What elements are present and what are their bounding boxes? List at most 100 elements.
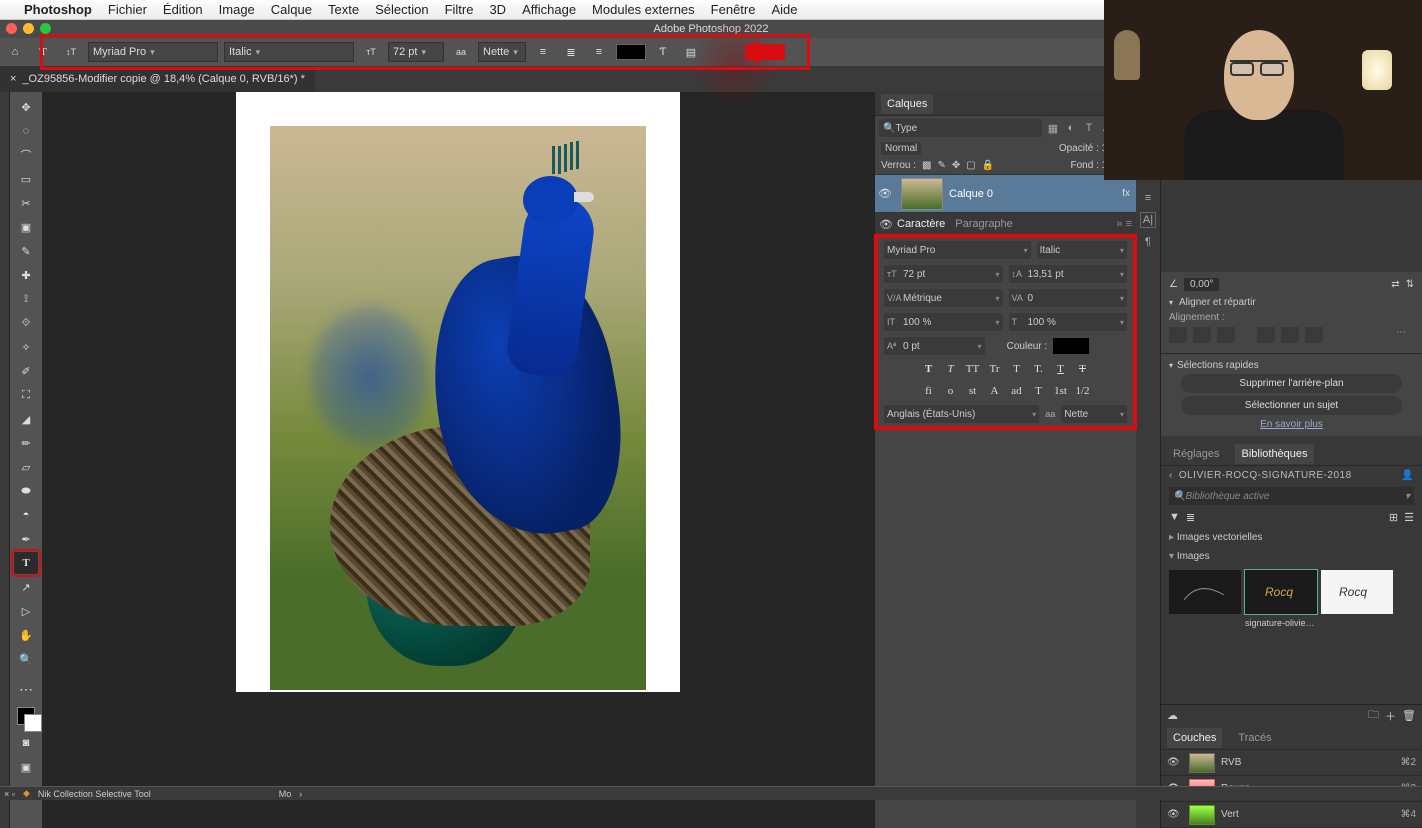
ruler-tool-icon[interactable]: ⟟ — [14, 288, 38, 310]
lib-section-images[interactable]: Images — [1161, 547, 1422, 566]
path-tool-icon[interactable]: ↗ — [14, 576, 38, 598]
clone-tool-icon[interactable]: ⟐ — [14, 312, 38, 334]
lib-section-vector[interactable]: Images vectorielles — [1161, 528, 1422, 547]
align-right-icon[interactable] — [1217, 327, 1235, 343]
char-color-swatch[interactable] — [1053, 338, 1089, 354]
menu-window[interactable]: Fenêtre — [711, 2, 756, 17]
eyedropper-tool-icon[interactable]: ✎ — [14, 240, 38, 262]
filter-icon[interactable]: ▼ — [1169, 511, 1180, 524]
library-thumb[interactable]: Rocq — [1321, 570, 1393, 614]
menu-plugins[interactable]: Modules externes — [592, 2, 695, 17]
layer-row[interactable]: 👁 Calque 0 fx — [875, 175, 1136, 213]
char-size-field[interactable]: тT72 pt — [884, 265, 1003, 283]
healing-tool-icon[interactable]: ✚ — [14, 264, 38, 286]
channel-row[interactable]: 👁 Vert ⌘4 — [1161, 802, 1422, 828]
style-subscript-icon[interactable]: T. — [1030, 361, 1048, 377]
menu-help[interactable]: Aide — [771, 2, 797, 17]
tab-paths[interactable]: Tracés — [1232, 728, 1277, 748]
align-hcenter-icon[interactable] — [1193, 327, 1211, 343]
learn-more-link[interactable]: En savoir plus — [1169, 419, 1414, 430]
char-baseline-field[interactable]: Aª0 pt — [884, 337, 985, 355]
layer-name[interactable]: Calque 0 — [949, 188, 993, 200]
filter-pixel-icon[interactable]: ▦ — [1046, 121, 1060, 135]
align-right-icon[interactable]: ≡ — [588, 41, 610, 63]
ot-contextual-icon[interactable]: o — [942, 383, 960, 399]
menu-file[interactable]: Fichier — [108, 2, 147, 17]
ot-fractions-icon[interactable]: 1/2 — [1074, 383, 1092, 399]
char-language-dropdown[interactable]: Anglais (États-Unis) — [884, 405, 1039, 423]
move-tool-icon[interactable]: ✥ — [14, 96, 38, 118]
style-smallcaps-icon[interactable]: Tr — [986, 361, 1004, 377]
channel-row[interactable]: 👁 RVB ⌘2 — [1161, 750, 1422, 776]
marquee-tool-icon[interactable]: ◌ — [14, 120, 38, 142]
visibility-toggle-icon[interactable]: 👁 — [879, 218, 897, 231]
visibility-toggle-icon[interactable]: 👁 — [875, 187, 895, 200]
menu-3d[interactable]: 3D — [489, 2, 506, 17]
status-zoom[interactable]: Mo — [279, 789, 292, 799]
char-antialias-dropdown[interactable]: Nette — [1061, 405, 1127, 423]
ot-swash-icon[interactable]: A — [986, 383, 1004, 399]
antialias-dropdown[interactable]: Nette — [478, 42, 526, 62]
font-style-dropdown[interactable]: Italic — [224, 42, 354, 62]
library-breadcrumb[interactable]: OLIVIER-ROCQ-SIGNATURE-2018 👤 — [1161, 466, 1422, 485]
minimize-button[interactable] — [23, 23, 34, 34]
eraser-tool-icon[interactable]: ◢ — [14, 408, 38, 430]
select-subject-button[interactable]: Sélectionner un sujet — [1181, 396, 1402, 415]
align-vcenter-icon[interactable] — [1281, 327, 1299, 343]
menu-layer[interactable]: Calque — [271, 2, 312, 17]
menu-view[interactable]: Affichage — [522, 2, 576, 17]
app-name[interactable]: Photoshop — [24, 2, 92, 17]
dodge-tool-icon[interactable]: ◓ — [14, 504, 38, 526]
rail-para-icon[interactable]: ¶ — [1145, 236, 1151, 248]
visibility-toggle-icon[interactable]: 👁 — [1167, 809, 1183, 820]
text-orientation-horizontal-icon[interactable]: T — [32, 41, 54, 63]
style-strike-icon[interactable]: T — [1074, 361, 1092, 377]
status-close-icon[interactable]: × ▫ — [4, 789, 15, 799]
filter-type-icon[interactable]: T — [1082, 121, 1096, 135]
tab-paragraph[interactable]: Paragraphe — [955, 218, 1013, 230]
panel-menu-icon[interactable]: » ≡ — [1116, 218, 1132, 230]
tab-character[interactable]: Caractère — [897, 218, 945, 230]
tab-channels[interactable]: Couches — [1167, 728, 1222, 748]
view-grid-icon[interactable]: ⊞ — [1389, 511, 1398, 524]
sort-icon[interactable]: ≣ — [1186, 511, 1195, 524]
stamp-tool-icon[interactable]: ⛶ — [14, 384, 38, 406]
style-bold-icon[interactable]: T — [920, 361, 938, 377]
gradient-tool-icon[interactable]: ▱ — [14, 456, 38, 478]
add-icon[interactable]: ＋ — [1385, 708, 1396, 724]
crop-tool-icon[interactable]: ✂ — [14, 192, 38, 214]
align-left-icon[interactable] — [1169, 327, 1187, 343]
layer-thumbnail[interactable] — [901, 178, 943, 210]
blend-mode-dropdown[interactable]: Normal — [881, 142, 921, 155]
rail-icon[interactable]: ≡ — [1145, 192, 1151, 204]
filter-adjust-icon[interactable]: ◐ — [1064, 121, 1078, 135]
new-group-icon[interactable]: 🗀 — [1368, 706, 1379, 725]
close-button[interactable] — [6, 23, 17, 34]
angle-field[interactable]: 0,00° — [1184, 278, 1219, 291]
style-superscript-icon[interactable]: T — [1008, 361, 1026, 377]
flip-h-icon[interactable]: ⇄ — [1391, 279, 1399, 290]
library-thumb[interactable]: Rocqsignature-olivie… — [1245, 570, 1317, 614]
text-orientation-toggle-icon[interactable]: ↕T — [60, 41, 82, 63]
home-button[interactable]: ⌂ — [4, 41, 26, 63]
pen-tool-icon[interactable]: ✒ — [14, 528, 38, 550]
text-color-swatch[interactable] — [616, 44, 646, 60]
font-size-dropdown[interactable]: 72 pt — [388, 42, 444, 62]
char-leading-field[interactable]: ↕A13,51 pt — [1009, 265, 1128, 283]
menu-filter[interactable]: Filtre — [445, 2, 474, 17]
pencil-tool-icon[interactable]: ✏ — [14, 432, 38, 454]
lock-position-icon[interactable]: ✥ — [952, 160, 960, 171]
tab-close-icon[interactable]: × — [10, 73, 16, 85]
menu-edit[interactable]: Édition — [163, 2, 203, 17]
layer-fx-badge[interactable]: fx — [1122, 188, 1130, 199]
document-tab[interactable]: × _OZ95856-Modifier copie @ 18,4% (Calqu… — [0, 66, 315, 92]
char-font-family-dropdown[interactable]: Myriad Pro — [884, 241, 1031, 259]
zoom-tool-icon[interactable]: 🔍 — [14, 648, 38, 670]
ot-discretionary-icon[interactable]: st — [964, 383, 982, 399]
ot-ordinals-icon[interactable]: 1st — [1052, 383, 1070, 399]
ot-stylistic-icon[interactable]: ad — [1008, 383, 1026, 399]
style-italic-icon[interactable]: T — [942, 361, 960, 377]
align-center-icon[interactable]: ≣ — [560, 41, 582, 63]
lock-paint-icon[interactable]: ✎ — [937, 160, 945, 171]
remove-background-button[interactable]: Supprimer l'arrière-plan — [1181, 374, 1402, 393]
